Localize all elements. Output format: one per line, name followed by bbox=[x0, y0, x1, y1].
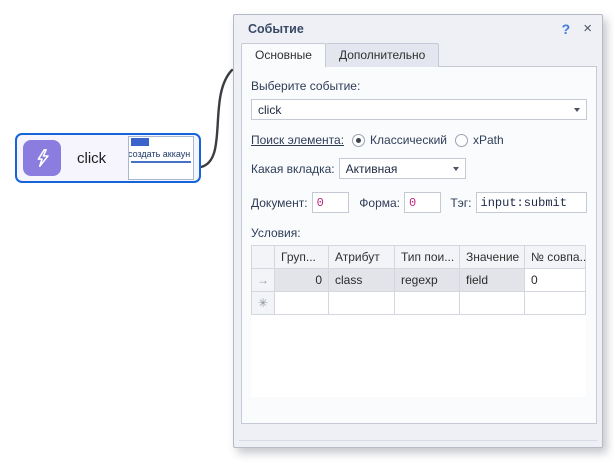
column-header-attribute[interactable]: Атрибут bbox=[329, 245, 395, 269]
radio-xpath-label: xPath bbox=[473, 133, 504, 147]
radio-xpath[interactable]: xPath bbox=[455, 133, 504, 147]
column-header-group[interactable]: Груп... bbox=[275, 245, 329, 269]
event-dialog: Событие ? × Основные Дополнительно Выбер… bbox=[233, 14, 603, 448]
help-icon[interactable]: ? bbox=[562, 22, 571, 36]
radio-selected-icon bbox=[352, 134, 365, 147]
event-select[interactable]: click bbox=[251, 99, 587, 120]
which-tab-select[interactable]: Активная bbox=[339, 158, 466, 179]
cell-empty[interactable] bbox=[460, 292, 525, 315]
column-header-match-number[interactable]: № совпа... bbox=[525, 245, 586, 269]
cell-empty[interactable] bbox=[525, 292, 586, 315]
tab-additional[interactable]: Дополнительно bbox=[326, 43, 439, 67]
cell-search-type[interactable]: regexp bbox=[395, 269, 460, 292]
tab-main[interactable]: Основные bbox=[241, 43, 326, 67]
column-header-value[interactable]: Значение bbox=[460, 245, 525, 269]
element-search-label[interactable]: Поиск элемента: bbox=[251, 133, 344, 147]
cell-empty[interactable] bbox=[395, 292, 460, 315]
close-icon[interactable]: × bbox=[583, 22, 592, 36]
event-select-label: Выберите событие: bbox=[251, 79, 587, 93]
cell-attribute[interactable]: class bbox=[329, 269, 395, 292]
column-header-search-type[interactable]: Тип пои... bbox=[395, 245, 460, 269]
dialog-title: Событие bbox=[248, 22, 549, 36]
row-selector-new[interactable]: ✳ bbox=[251, 292, 275, 315]
node-label: click bbox=[77, 150, 128, 167]
lightning-icon bbox=[23, 140, 61, 176]
cell-empty[interactable] bbox=[275, 292, 329, 315]
chevron-down-icon bbox=[453, 167, 459, 171]
workflow-canvas: click создать аккаун Событие ? × Основны… bbox=[0, 0, 614, 470]
element-screenshot-thumbnail: создать аккаун bbox=[128, 136, 194, 180]
conditions-grid: Груп... Атрибут Тип пои... Значение № со… bbox=[251, 245, 586, 397]
radio-classic-label: Классический bbox=[370, 133, 447, 147]
radio-classic[interactable]: Классический bbox=[352, 133, 447, 147]
conditions-label: Условия: bbox=[251, 226, 587, 240]
which-tab-value: Активная bbox=[346, 162, 453, 176]
form-input[interactable] bbox=[404, 192, 441, 213]
document-input[interactable] bbox=[312, 192, 349, 213]
form-label: Форма: bbox=[359, 196, 400, 210]
thumbnail-underline bbox=[131, 161, 191, 163]
which-tab-label: Какая вкладка: bbox=[251, 162, 335, 176]
tag-input[interactable] bbox=[476, 192, 587, 213]
chevron-down-icon bbox=[574, 108, 580, 112]
cell-value[interactable]: field bbox=[460, 269, 525, 292]
event-select-value: click bbox=[258, 103, 574, 117]
dialog-titlebar: Событие ? × bbox=[234, 15, 602, 43]
cell-empty[interactable] bbox=[329, 292, 395, 315]
cell-group[interactable]: 0 bbox=[275, 269, 329, 292]
document-label: Документ: bbox=[251, 196, 308, 210]
thumbnail-text: создать аккаун bbox=[128, 149, 193, 159]
grid-corner-cell bbox=[251, 245, 275, 269]
radio-unselected-icon bbox=[455, 134, 468, 147]
dialog-tabs: Основные Дополнительно bbox=[241, 43, 439, 67]
cell-match-number[interactable]: 0 bbox=[525, 269, 586, 292]
tab-content-panel: Выберите событие: click Поиск элемента: … bbox=[241, 66, 597, 424]
thumbnail-highlight-chip bbox=[131, 138, 149, 146]
event-node[interactable]: click создать аккаун bbox=[15, 133, 201, 183]
tag-label: Тэг: bbox=[450, 196, 471, 210]
row-selector-current[interactable]: → bbox=[251, 269, 275, 292]
